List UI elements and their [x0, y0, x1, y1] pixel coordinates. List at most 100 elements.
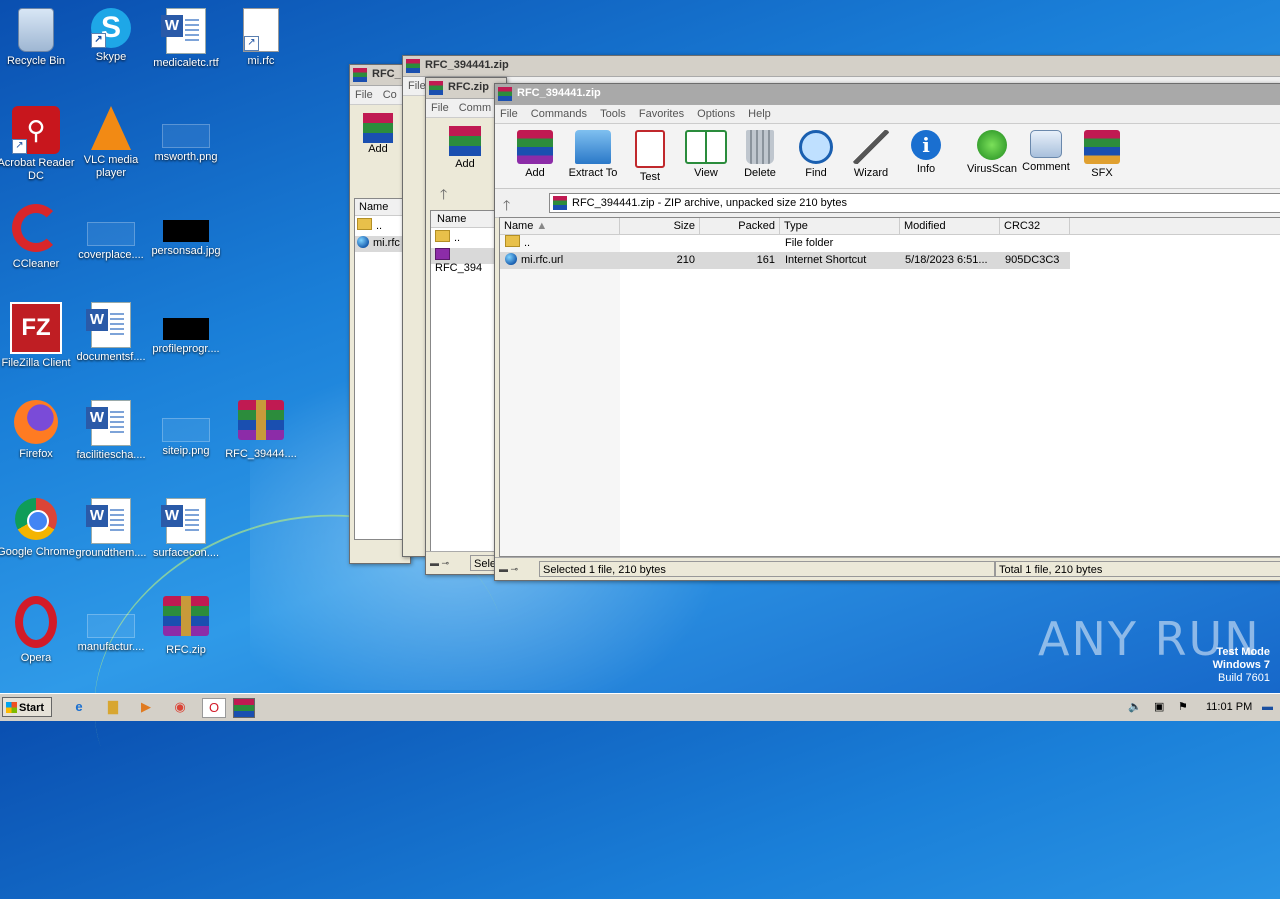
title-bar[interactable]: RFC_394441.zip — [495, 84, 1280, 105]
opera-icon — [15, 596, 57, 648]
desktop-icon-coverplace[interactable]: coverplace.... — [72, 204, 150, 262]
menu-tools[interactable]: Tools — [595, 105, 631, 120]
internet-shortcut-icon — [505, 253, 517, 265]
menu-help[interactable]: Help — [743, 105, 776, 120]
info-button[interactable]: i Info — [898, 130, 954, 175]
desktop-icon-mi-rfc[interactable]: ↗ mi.rfc — [222, 8, 300, 68]
desktop-icon-msworth[interactable]: msworth.png — [147, 106, 225, 164]
extract-to-button[interactable]: Extract To — [563, 130, 623, 179]
desktop-icon-vlc[interactable]: VLC media player — [72, 106, 150, 180]
ie-icon[interactable]: e — [68, 698, 90, 716]
column-packed[interactable]: Packed — [700, 218, 780, 234]
folder-icon — [357, 218, 372, 230]
chrome-icon — [15, 498, 57, 540]
flag-icon[interactable]: ⚑ — [1178, 697, 1188, 717]
table-row-selected[interactable]: mi.rfc.url 210 161 Internet Shortcut 5/1… — [500, 252, 1280, 269]
list-item[interactable]: .. — [355, 216, 409, 236]
desktop-icon-medicaletc[interactable]: medicaletc.rtf — [147, 8, 225, 70]
up-arrow-icon[interactable]: 🡑 — [440, 184, 447, 208]
cell-name: .. — [500, 235, 620, 252]
title-bar[interactable]: RFC_394441.zip — [403, 56, 1280, 77]
find-button[interactable]: Find — [788, 130, 844, 179]
sfx-icon — [1084, 130, 1120, 164]
file-list[interactable]: Name ▲ Size Packed Type Modified CRC32 .… — [499, 217, 1280, 557]
opera-taskbar-icon[interactable]: O — [202, 698, 226, 718]
menu-options[interactable]: Options — [692, 105, 740, 120]
column-crc32[interactable]: CRC32 — [1000, 218, 1070, 234]
menu-file[interactable]: File — [495, 105, 523, 120]
desktop-icon-facilitiescha[interactable]: facilitiescha.... — [72, 400, 150, 462]
menu-commands[interactable]: Co — [378, 86, 402, 101]
drive-key-icon: ▬ ⊸ — [499, 564, 519, 574]
desktop-icon-chrome[interactable]: Google Chrome — [0, 498, 75, 559]
desktop-icon-firefox[interactable]: Firefox — [0, 400, 75, 461]
column-headers: Name ▲ Size Packed Type Modified CRC32 — [500, 218, 1280, 235]
clock[interactable]: 11:01 PM — [1206, 697, 1252, 717]
folder-icon — [435, 230, 450, 242]
media-player-icon[interactable]: ▶ — [135, 698, 157, 716]
sort-arrow-icon: ▲ — [536, 220, 548, 232]
desktop-icon-filezilla[interactable]: FZ FileZilla Client — [0, 302, 75, 370]
network-icon[interactable]: ▣ — [1154, 697, 1164, 717]
desktop-icon-opera[interactable]: Opera — [0, 596, 75, 665]
column-size[interactable]: Size — [620, 218, 700, 234]
firefox-icon — [14, 400, 58, 444]
status-total: Total 1 file, 210 bytes — [995, 561, 1280, 577]
show-desktop-icon[interactable]: ▬ — [1262, 697, 1273, 717]
desktop-icon-rfc-394441[interactable]: RFC_39444.... — [222, 400, 300, 461]
menu-favorites[interactable]: Favorites — [634, 105, 689, 120]
sfx-button[interactable]: SFX — [1074, 130, 1130, 179]
column-type[interactable]: Type — [780, 218, 900, 234]
menu-file[interactable]: File — [426, 99, 454, 114]
view-book-icon — [685, 130, 727, 164]
wizard-button[interactable]: Wizard — [843, 130, 899, 179]
desktop-icon-recycle-bin[interactable]: Recycle Bin — [0, 8, 75, 68]
winrar-taskbar-icon[interactable] — [233, 698, 255, 718]
cell-type: Internet Shortcut — [785, 254, 867, 266]
view-button[interactable]: View — [678, 130, 734, 179]
explorer-folder-icon[interactable]: ▇ — [102, 698, 124, 716]
start-button[interactable]: Start — [2, 697, 52, 717]
desktop-icon-ccleaner[interactable]: CCleaner — [0, 204, 75, 271]
list-item[interactable]: mi.rfc — [355, 236, 409, 252]
column-name[interactable]: Name — [355, 199, 409, 216]
status-bar: ▬ ⊸ Selected 1 file, 210 bytes Total 1 f… — [495, 557, 1280, 580]
desktop-icon-personsad[interactable]: personsad.jpg — [147, 204, 225, 258]
virusscan-button[interactable]: VirusScan — [962, 130, 1022, 175]
desktop-icon-surfacecon[interactable]: surfacecon.... — [147, 498, 225, 560]
column-name[interactable]: Name ▲ — [500, 218, 620, 234]
menu-file[interactable]: File — [350, 86, 378, 101]
add-button[interactable]: Add — [440, 126, 490, 170]
menu-commands[interactable]: Commands — [526, 105, 592, 120]
add-button[interactable]: Add — [358, 113, 398, 155]
word-document-icon — [161, 8, 206, 54]
table-row[interactable]: .. File folder — [500, 235, 1280, 252]
desktop-icon-rfc-zip[interactable]: RFC.zip — [147, 596, 225, 657]
up-arrow-icon[interactable]: 🡑 — [503, 195, 510, 219]
desktop-icon-profileprogr[interactable]: profileprogr.... — [147, 302, 225, 356]
desktop-icon-groundthem[interactable]: groundthem.... — [72, 498, 150, 560]
menu-commands[interactable]: Comm — [454, 99, 496, 114]
winrar-icon — [406, 59, 420, 73]
winrar-main-window[interactable]: RFC_394441.zip File Commands Tools Favor… — [494, 83, 1280, 581]
title-bar[interactable]: RFC_ — [350, 65, 410, 86]
speaker-icon[interactable]: 🔈 — [1128, 697, 1142, 717]
cell-name: mi.rfc.url — [500, 252, 620, 269]
test-button[interactable]: Test — [622, 130, 678, 183]
desktop-icon-manufactur[interactable]: manufactur.... — [72, 596, 150, 654]
delete-button[interactable]: Delete — [732, 130, 788, 179]
desktop-icon-siteip[interactable]: siteip.png — [147, 400, 225, 458]
menu-bar: File Commands Tools Favorites Options He… — [495, 105, 1280, 124]
archive-path[interactable]: RFC_394441.zip - ZIP archive, unpacked s… — [549, 193, 1280, 213]
desktop-icon-skype[interactable]: S ↗ Skype — [72, 8, 150, 64]
add-button[interactable]: Add — [507, 130, 563, 179]
desktop-icon-acrobat[interactable]: ⚲ ↗ Acrobat Reader DC — [0, 106, 75, 183]
chrome-taskbar-icon[interactable]: ◉ — [169, 698, 191, 716]
drive-icon: ▬ ⊸ — [430, 558, 450, 568]
column-modified[interactable]: Modified — [900, 218, 1000, 234]
comment-button[interactable]: Comment — [1018, 130, 1074, 173]
image-file-icon — [87, 222, 135, 246]
taskbar: Start e ▇ ▶ ◉ O 🔈 ▣ ⚑ 11:01 PM ▬ — [0, 693, 1280, 721]
desktop-icon-documentsf[interactable]: documentsf.... — [72, 302, 150, 364]
cell-type: File folder — [785, 237, 834, 249]
